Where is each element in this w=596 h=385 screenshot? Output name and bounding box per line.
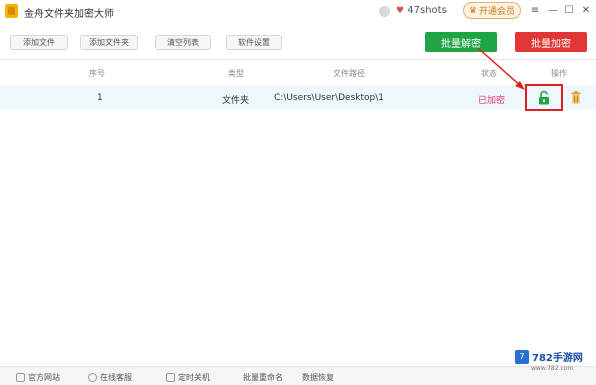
add-folder-button[interactable]: 添加文件夹 (80, 35, 138, 50)
title-bar: 金舟文件夹加密大师 ♥ 47shots ♛ 开通会员 ≡ — ☐ ✕ (0, 0, 596, 22)
batch-rename-link[interactable]: 批量重命名 (243, 372, 283, 383)
header-index: 序号 (89, 69, 105, 78)
crown-icon: ♛ (468, 5, 478, 16)
official-website-link[interactable]: 官方网站 (16, 372, 60, 383)
user-name[interactable]: ♥ 47shots (396, 5, 447, 16)
timed-shutdown-link[interactable]: 定时关机 (166, 372, 210, 383)
annotation-arrow (477, 47, 525, 90)
online-support-link[interactable]: 在线客服 (88, 372, 132, 383)
support-icon (88, 373, 97, 382)
data-recovery-label: 数据恢复 (302, 373, 334, 382)
online-support-label: 在线客服 (100, 373, 132, 382)
maximize-icon[interactable]: ☐ (562, 3, 576, 18)
timed-shutdown-label: 定时关机 (178, 373, 210, 382)
watermark-text: 782手游网 (532, 353, 583, 364)
vip-label: 开通会员 (479, 7, 516, 17)
unlock-icon[interactable] (538, 90, 550, 105)
app-logo-icon (5, 4, 18, 18)
delete-icon[interactable] (571, 91, 581, 104)
user-name-label: 47shots (407, 5, 447, 16)
official-website-label: 官方网站 (28, 373, 60, 382)
row-type: 文件夹 (222, 96, 250, 106)
close-icon[interactable]: ✕ (579, 3, 593, 18)
clear-list-button[interactable]: 清空列表 (155, 35, 211, 50)
settings-button[interactable]: 软件设置 (226, 35, 282, 50)
watermark-logo: 7 (515, 349, 529, 364)
data-recovery-link[interactable]: 数据恢复 (302, 372, 334, 383)
user-avatar[interactable] (379, 6, 390, 17)
home-icon (16, 373, 25, 382)
row-index: 1 (97, 93, 103, 103)
bottom-bar: 官方网站 在线客服 定时关机 批量重命名 数据恢复 (0, 366, 596, 385)
header-type: 类型 (228, 69, 244, 78)
header-path: 文件路径 (333, 69, 365, 78)
row-path: C:\Users\User\Desktop\1 (274, 93, 385, 103)
batch-rename-label: 批量重命名 (243, 373, 283, 382)
watermark: 7 782手游网 (515, 349, 583, 364)
menu-icon[interactable]: ≡ (528, 3, 542, 18)
watermark-sub: www.782.com (531, 365, 574, 372)
add-file-button[interactable]: 添加文件 (10, 35, 68, 50)
app-title: 金舟文件夹加密大师 (24, 9, 114, 20)
header-actions: 操作 (551, 69, 567, 78)
vip-button[interactable]: ♛ 开通会员 (463, 2, 521, 19)
minimize-icon[interactable]: — (546, 3, 560, 18)
heart-icon: ♥ (396, 6, 405, 16)
power-icon (166, 373, 175, 382)
